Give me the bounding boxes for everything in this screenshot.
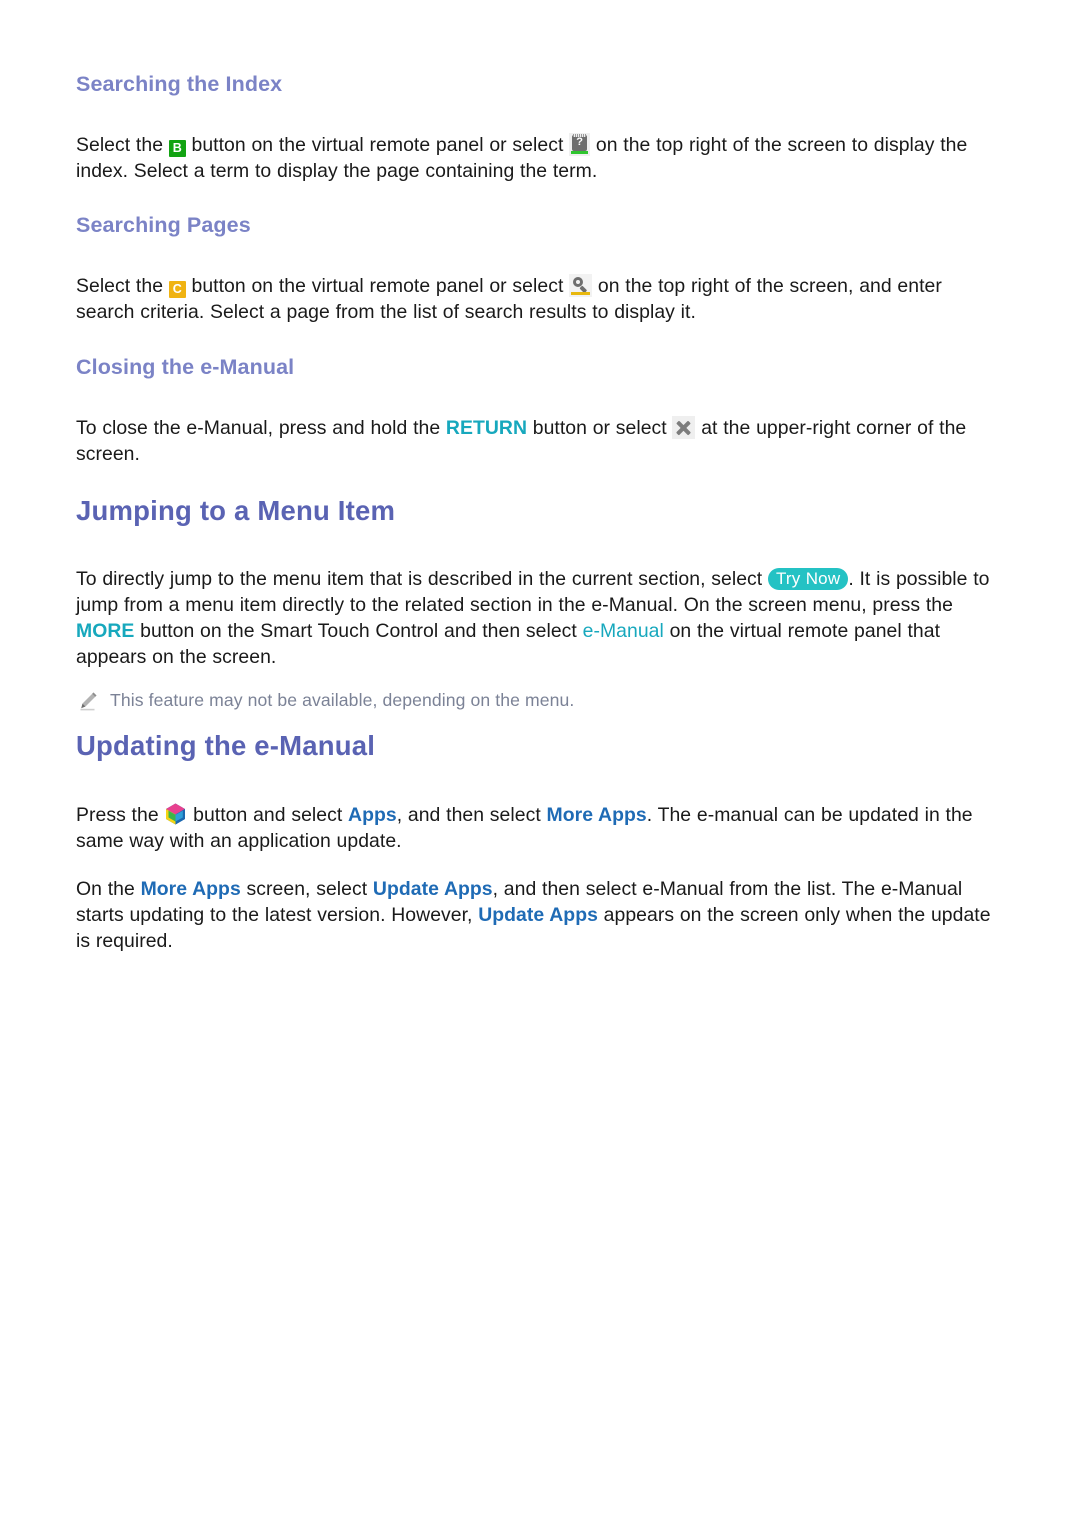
heading-updating-emanual: Updating the e-Manual: [76, 730, 376, 761]
section-searching-pages: Searching Pages Select the C button on th…: [76, 213, 998, 325]
inline-emphasis-teal[interactable]: MORE: [76, 620, 134, 642]
paragraph-text: button or select: [527, 416, 673, 439]
pencil-icon: [76, 689, 100, 713]
index-icon: ?: [569, 132, 591, 156]
heading-searching-pages: Searching Pages: [76, 213, 251, 237]
heading-jumping-menu-item: Jumping to a Menu Item: [76, 495, 396, 526]
heading-searching-index: Searching the Index: [76, 72, 283, 96]
heading-closing-emanual: Closing the e-Manual: [76, 355, 295, 379]
index-icon-underline: [571, 150, 589, 154]
note-text: This feature may not be available, depen…: [110, 690, 575, 710]
paragraph: On the More Apps screen, select Update A…: [76, 876, 998, 954]
paragraph: To directly jump to the menu item that i…: [76, 566, 998, 670]
paragraph-text: Select the: [76, 133, 169, 156]
inline-link-blue[interactable]: Update Apps: [478, 904, 598, 926]
inline-link-teal[interactable]: e-Manual: [583, 620, 664, 642]
section-jumping-menu-item: Jumping to a Menu Item To directly jump t…: [76, 494, 998, 713]
section-updating-emanual: Updating the e-Manual Press the button an…: [76, 729, 998, 954]
search-icon: [569, 273, 593, 297]
inline-link-blue[interactable]: Apps: [348, 804, 397, 826]
search-icon-underline: [571, 291, 591, 295]
color-key-button-c[interactable]: C: [168, 280, 186, 298]
paragraph-text: screen, select: [240, 878, 373, 900]
smart-hub-cube-icon: [164, 802, 187, 826]
paragraph: To close the e-Manual, press and hold th…: [76, 415, 998, 467]
inline-link-blue[interactable]: Update Apps: [373, 878, 493, 900]
paragraph-text: button on the Smart Touch Control and th…: [134, 620, 583, 642]
section-searching-index: Searching the Index Select the B button o…: [76, 72, 998, 184]
paragraph: Press the button and select Apps, and th…: [76, 802, 998, 854]
color-key-button-b[interactable]: B: [168, 139, 186, 157]
pencil-icon-svg: [80, 692, 97, 711]
paragraph-text: button on the virtual remote panel or se…: [185, 133, 570, 156]
paragraph-text: To close the e-Manual, press and hold th…: [76, 416, 446, 439]
section-closing-emanual: Closing the e-Manual To close the e-Manua…: [76, 355, 998, 467]
inline-emphasis-teal[interactable]: RETURN: [446, 417, 527, 439]
paragraph-text: Press the: [76, 804, 165, 826]
try-now-badge[interactable]: Try Now: [767, 568, 849, 590]
note-row: This feature may not be available, depen…: [76, 688, 998, 713]
inline-link-blue[interactable]: More Apps: [547, 804, 647, 826]
close-icon: [672, 415, 696, 439]
paragraph-text: button and select: [187, 804, 349, 826]
paragraph-text: Select the: [76, 274, 169, 297]
paragraph: Select the B button on the virtual remot…: [76, 132, 998, 184]
paragraph-text: To directly jump to the menu item that i…: [76, 568, 768, 590]
index-icon-question-mark: ?: [576, 135, 584, 148]
paragraph-text: On the: [76, 878, 141, 900]
paragraph-text: , and then select: [396, 804, 547, 826]
document-page: Searching the Index Select the B button o…: [0, 0, 1080, 1527]
paragraph: Select the C button on the virtual remot…: [76, 273, 998, 325]
paragraph-text: button on the virtual remote panel or se…: [185, 274, 570, 297]
inline-link-blue[interactable]: More Apps: [141, 878, 241, 900]
smart-hub-cube-svg: [166, 803, 186, 825]
